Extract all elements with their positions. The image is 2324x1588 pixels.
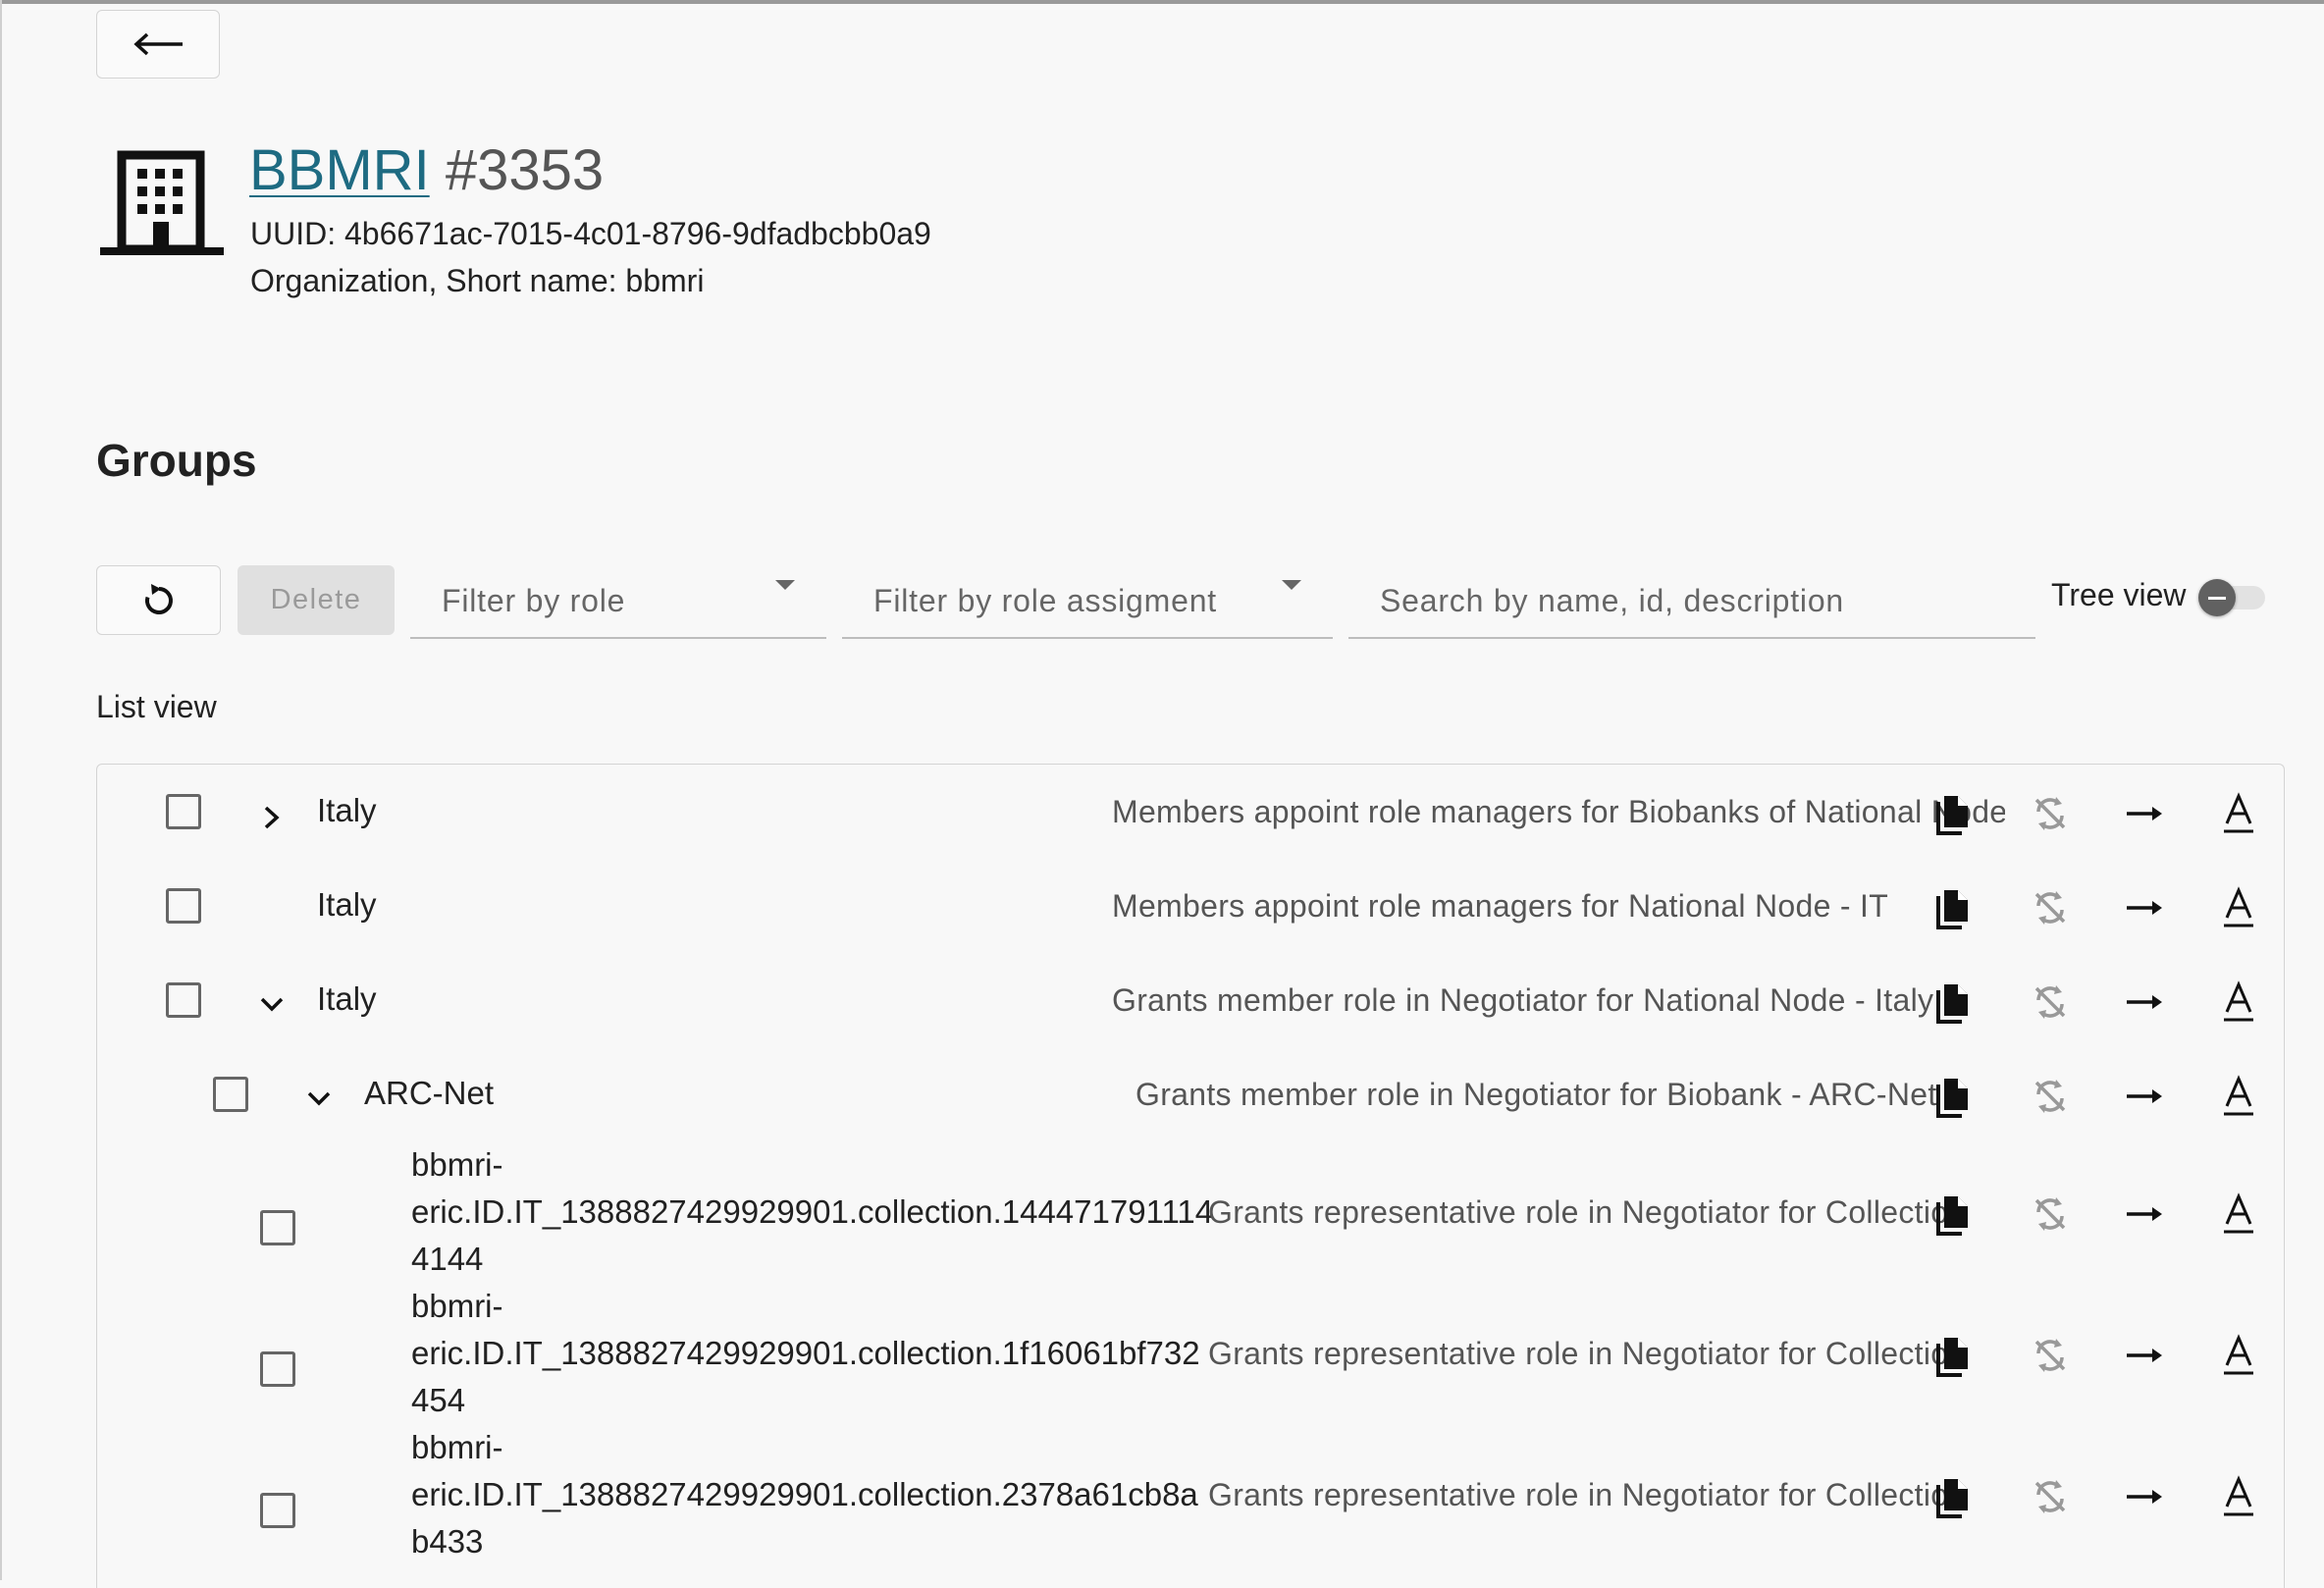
group-name: ARC-Net	[364, 1075, 495, 1111]
arrow-right-icon[interactable]	[2121, 790, 2168, 837]
top-border	[0, 0, 2324, 4]
filter-by-role-assignment-select[interactable]: Filter by role assigment	[842, 565, 1333, 639]
group-description: Grants member role in Negotiator for Bio…	[1136, 1077, 1937, 1112]
copy-icon[interactable]	[1932, 1191, 1980, 1238]
sync-disabled-icon[interactable]	[2027, 979, 2074, 1026]
sync-disabled-icon[interactable]	[2027, 1191, 2074, 1238]
text-a-icon[interactable]	[2215, 1073, 2262, 1120]
group-description: Grants representative role in Negotiator…	[1208, 1194, 1967, 1230]
text-a-icon[interactable]	[2215, 884, 2262, 931]
row-checkbox[interactable]	[166, 982, 201, 1018]
chevron-right-icon[interactable]	[256, 802, 288, 833]
refresh-button[interactable]	[96, 565, 221, 635]
row-checkbox[interactable]	[166, 794, 201, 829]
toggle-knob	[2198, 579, 2236, 616]
arrow-right-icon[interactable]	[2121, 884, 2168, 931]
list-item[interactable]: ARC-Net Grants member role in Negotiator…	[97, 1047, 2286, 1141]
chevron-down-icon[interactable]	[303, 1083, 335, 1114]
group-description: Grants member role in Negotiator for Nat…	[1112, 982, 1934, 1018]
group-name: Italy	[317, 792, 377, 828]
list-view-label: List view	[96, 689, 217, 724]
copy-icon[interactable]	[1932, 884, 1980, 931]
filter-by-assignment-label: Filter by role assigment	[873, 583, 1217, 618]
row-checkbox[interactable]	[260, 1351, 295, 1387]
left-border	[0, 0, 2, 1580]
copy-icon[interactable]	[1932, 1332, 1980, 1379]
group-name: bbmri- eric.ID.IT_1388827429929901.colle…	[411, 1288, 1200, 1418]
list-item[interactable]: bbmri- eric.ID.IT_1388827429929901.colle…	[97, 1283, 2286, 1424]
org-id: #3353	[445, 138, 605, 202]
building-icon	[100, 150, 224, 255]
arrow-left-icon	[133, 32, 183, 56]
dropdown-caret-icon	[1282, 580, 1301, 590]
tree-view-toggle[interactable]	[2198, 579, 2265, 616]
search-input[interactable]	[1348, 565, 2035, 639]
back-button[interactable]	[96, 10, 220, 79]
sync-disabled-icon[interactable]	[2027, 1473, 2074, 1520]
sync-disabled-icon[interactable]	[2027, 884, 2074, 931]
chevron-down-icon[interactable]	[256, 988, 288, 1020]
filter-by-role-label: Filter by role	[442, 583, 626, 618]
group-description: Grants representative role in Negotiator…	[1208, 1336, 1967, 1371]
filter-by-role-select[interactable]: Filter by role	[410, 565, 826, 639]
group-description: Grants representative role in Negotiator…	[1208, 1477, 1967, 1512]
text-a-icon[interactable]	[2215, 1332, 2262, 1379]
list-item[interactable]: Italy Members appoint role managers for …	[97, 765, 2286, 859]
groups-list: Italy Members appoint role managers for …	[96, 764, 2285, 1588]
group-name: Italy	[317, 980, 377, 1017]
list-item[interactable]: bbmri- eric.ID.IT_1388827429929901.colle…	[97, 1141, 2286, 1283]
org-uuid: UUID: 4b6671ac-7015-4c01-8796-9dfadbcbb0…	[250, 216, 931, 251]
sync-disabled-icon[interactable]	[2027, 790, 2074, 837]
delete-button[interactable]: Delete	[238, 565, 395, 635]
list-item[interactable]: Italy Members appoint role managers for …	[97, 859, 2286, 953]
group-name: bbmri- eric.ID.IT_1388827429929901.colle…	[411, 1146, 1214, 1277]
text-a-icon[interactable]	[2215, 1191, 2262, 1238]
arrow-right-icon[interactable]	[2121, 1332, 2168, 1379]
refresh-icon	[144, 583, 173, 614]
groups-heading: Groups	[96, 435, 257, 486]
arrow-right-icon[interactable]	[2121, 1073, 2168, 1120]
group-description: Members appoint role managers for Nation…	[1112, 888, 1889, 924]
row-checkbox[interactable]	[213, 1077, 248, 1112]
sync-disabled-icon[interactable]	[2027, 1332, 2074, 1379]
list-item[interactable]: Italy Grants member role in Negotiator f…	[97, 953, 2286, 1047]
row-checkbox[interactable]	[260, 1493, 295, 1528]
org-meta: Organization, Short name: bbmri	[250, 263, 705, 298]
tree-view-label: Tree view	[2051, 577, 2187, 612]
dropdown-caret-icon	[775, 580, 795, 590]
copy-icon[interactable]	[1932, 979, 1980, 1026]
copy-icon[interactable]	[1932, 1073, 1980, 1120]
arrow-right-icon[interactable]	[2121, 1191, 2168, 1238]
group-description: Members appoint role managers for Bioban…	[1112, 794, 2005, 829]
group-name: bbmri- eric.ID.IT_1388827429929901.colle…	[411, 1429, 1198, 1560]
arrow-right-icon[interactable]	[2121, 1473, 2168, 1520]
sync-disabled-icon[interactable]	[2027, 1073, 2074, 1120]
list-item[interactable]: bbmri- eric.ID.IT_1388827429929901.colle…	[97, 1424, 2286, 1565]
arrow-right-icon[interactable]	[2121, 979, 2168, 1026]
text-a-icon[interactable]	[2215, 790, 2262, 837]
text-a-icon[interactable]	[2215, 979, 2262, 1026]
text-a-icon[interactable]	[2215, 1473, 2262, 1520]
page-title: BBMRI #3353	[249, 135, 604, 206]
org-link[interactable]: BBMRI	[249, 138, 430, 202]
row-checkbox[interactable]	[166, 888, 201, 924]
row-checkbox[interactable]	[260, 1210, 295, 1245]
copy-icon[interactable]	[1932, 790, 1980, 837]
group-name: Italy	[317, 886, 377, 923]
copy-icon[interactable]	[1932, 1473, 1980, 1520]
